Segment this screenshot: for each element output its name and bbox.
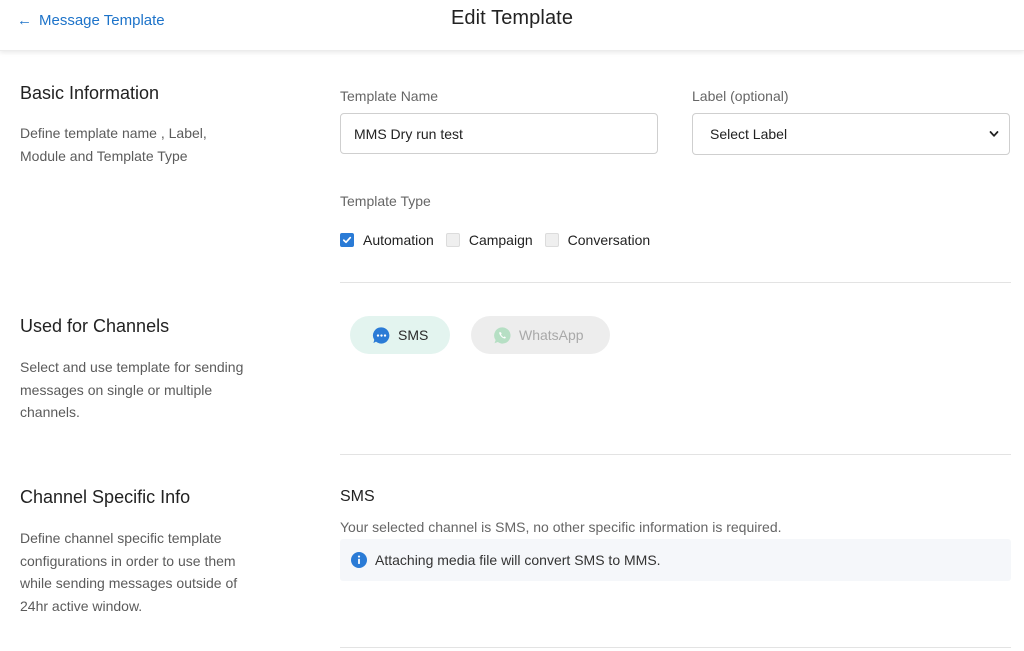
channel-info-title: Channel Specific Info [20,487,191,507]
label-select-value: Select Label [710,126,788,142]
checkbox-checked[interactable] [340,233,354,247]
type-option-campaign[interactable]: Campaign [445,232,533,248]
check-icon [342,236,352,244]
info-banner-text: Attaching media file will convert SMS to… [375,552,661,568]
template-name-input[interactable] [340,113,658,154]
label-select[interactable]: Select Label [692,113,1010,155]
chevron-down-icon [989,131,999,137]
section-divider [340,647,1011,648]
template-name-label: Template Name [340,88,439,104]
checkbox-unchecked[interactable] [544,233,559,247]
whatsapp-icon [494,326,511,344]
type-option-label: Conversation [567,232,651,248]
section-divider [340,454,1011,455]
checkbox-unchecked[interactable] [445,233,460,247]
channel-info-description: Define channel specific template configu… [20,530,238,614]
sms-section-heading: SMS [340,488,375,505]
sms-section-note: Your selected channel is SMS, no other s… [340,519,782,535]
channels-description: Select and use template for sending mess… [20,359,244,420]
type-option-conversation[interactable]: Conversation [544,232,651,248]
info-icon [351,552,367,568]
channel-whatsapp-button[interactable]: WhatsApp [471,316,610,354]
section-divider [340,282,1011,283]
template-type-options: Automation Campaign Conversation [340,229,662,251]
basic-info-title: Basic Information [20,83,160,103]
type-option-automation[interactable]: Automation [340,232,434,248]
basic-info-description: Define template name , Label, Module and… [20,125,207,164]
top-header: ← Message Template Edit Template [0,0,1024,51]
sms-chat-icon [372,326,390,344]
page-title: Edit Template [450,7,574,29]
type-option-label: Automation [363,232,434,248]
template-type-label: Template Type [340,193,431,209]
channel-sms-button[interactable]: SMS [350,316,450,354]
label-field-label: Label (optional) [692,88,789,104]
mms-info-banner: Attaching media file will convert SMS to… [340,539,1011,581]
channel-label: WhatsApp [519,327,584,343]
channels-title: Used for Channels [20,316,170,336]
channel-label: SMS [398,327,429,343]
type-option-label: Campaign [468,232,533,248]
